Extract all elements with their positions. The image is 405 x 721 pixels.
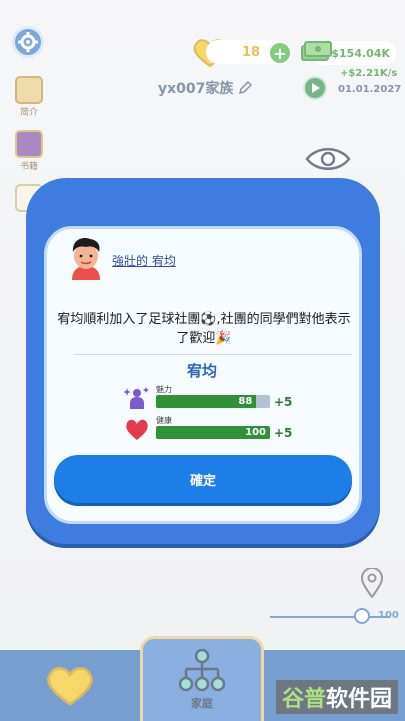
stat-bar-health: 100 xyxy=(156,426,270,439)
stat-bar-charm: 88 xyxy=(156,395,270,408)
character-name: 宥均 xyxy=(186,362,217,380)
stat-label-charm: 魅力 xyxy=(156,385,172,394)
confirm-button[interactable]: 確定 xyxy=(54,455,352,503)
stat-fill-charm: 88 xyxy=(156,395,257,408)
stat-value-health: 100 xyxy=(245,427,266,438)
stat-delta-health: +5 xyxy=(274,426,293,440)
stat-label-health: 健康 xyxy=(156,416,172,425)
stat-value-charm: 88 xyxy=(238,396,253,407)
divider xyxy=(74,354,352,355)
heart-icon xyxy=(126,419,148,440)
person-name-link[interactable]: 強壯的 宥均 xyxy=(112,252,176,269)
stat-fill-health: 100 xyxy=(156,426,270,439)
stat-delta-charm: +5 xyxy=(274,395,293,409)
event-description: 宥均順利加入了足球社團⚽,社團的同學們對他表示了歡迎🎉 xyxy=(57,312,351,346)
avatar xyxy=(72,238,100,280)
charm-icon xyxy=(124,387,149,409)
